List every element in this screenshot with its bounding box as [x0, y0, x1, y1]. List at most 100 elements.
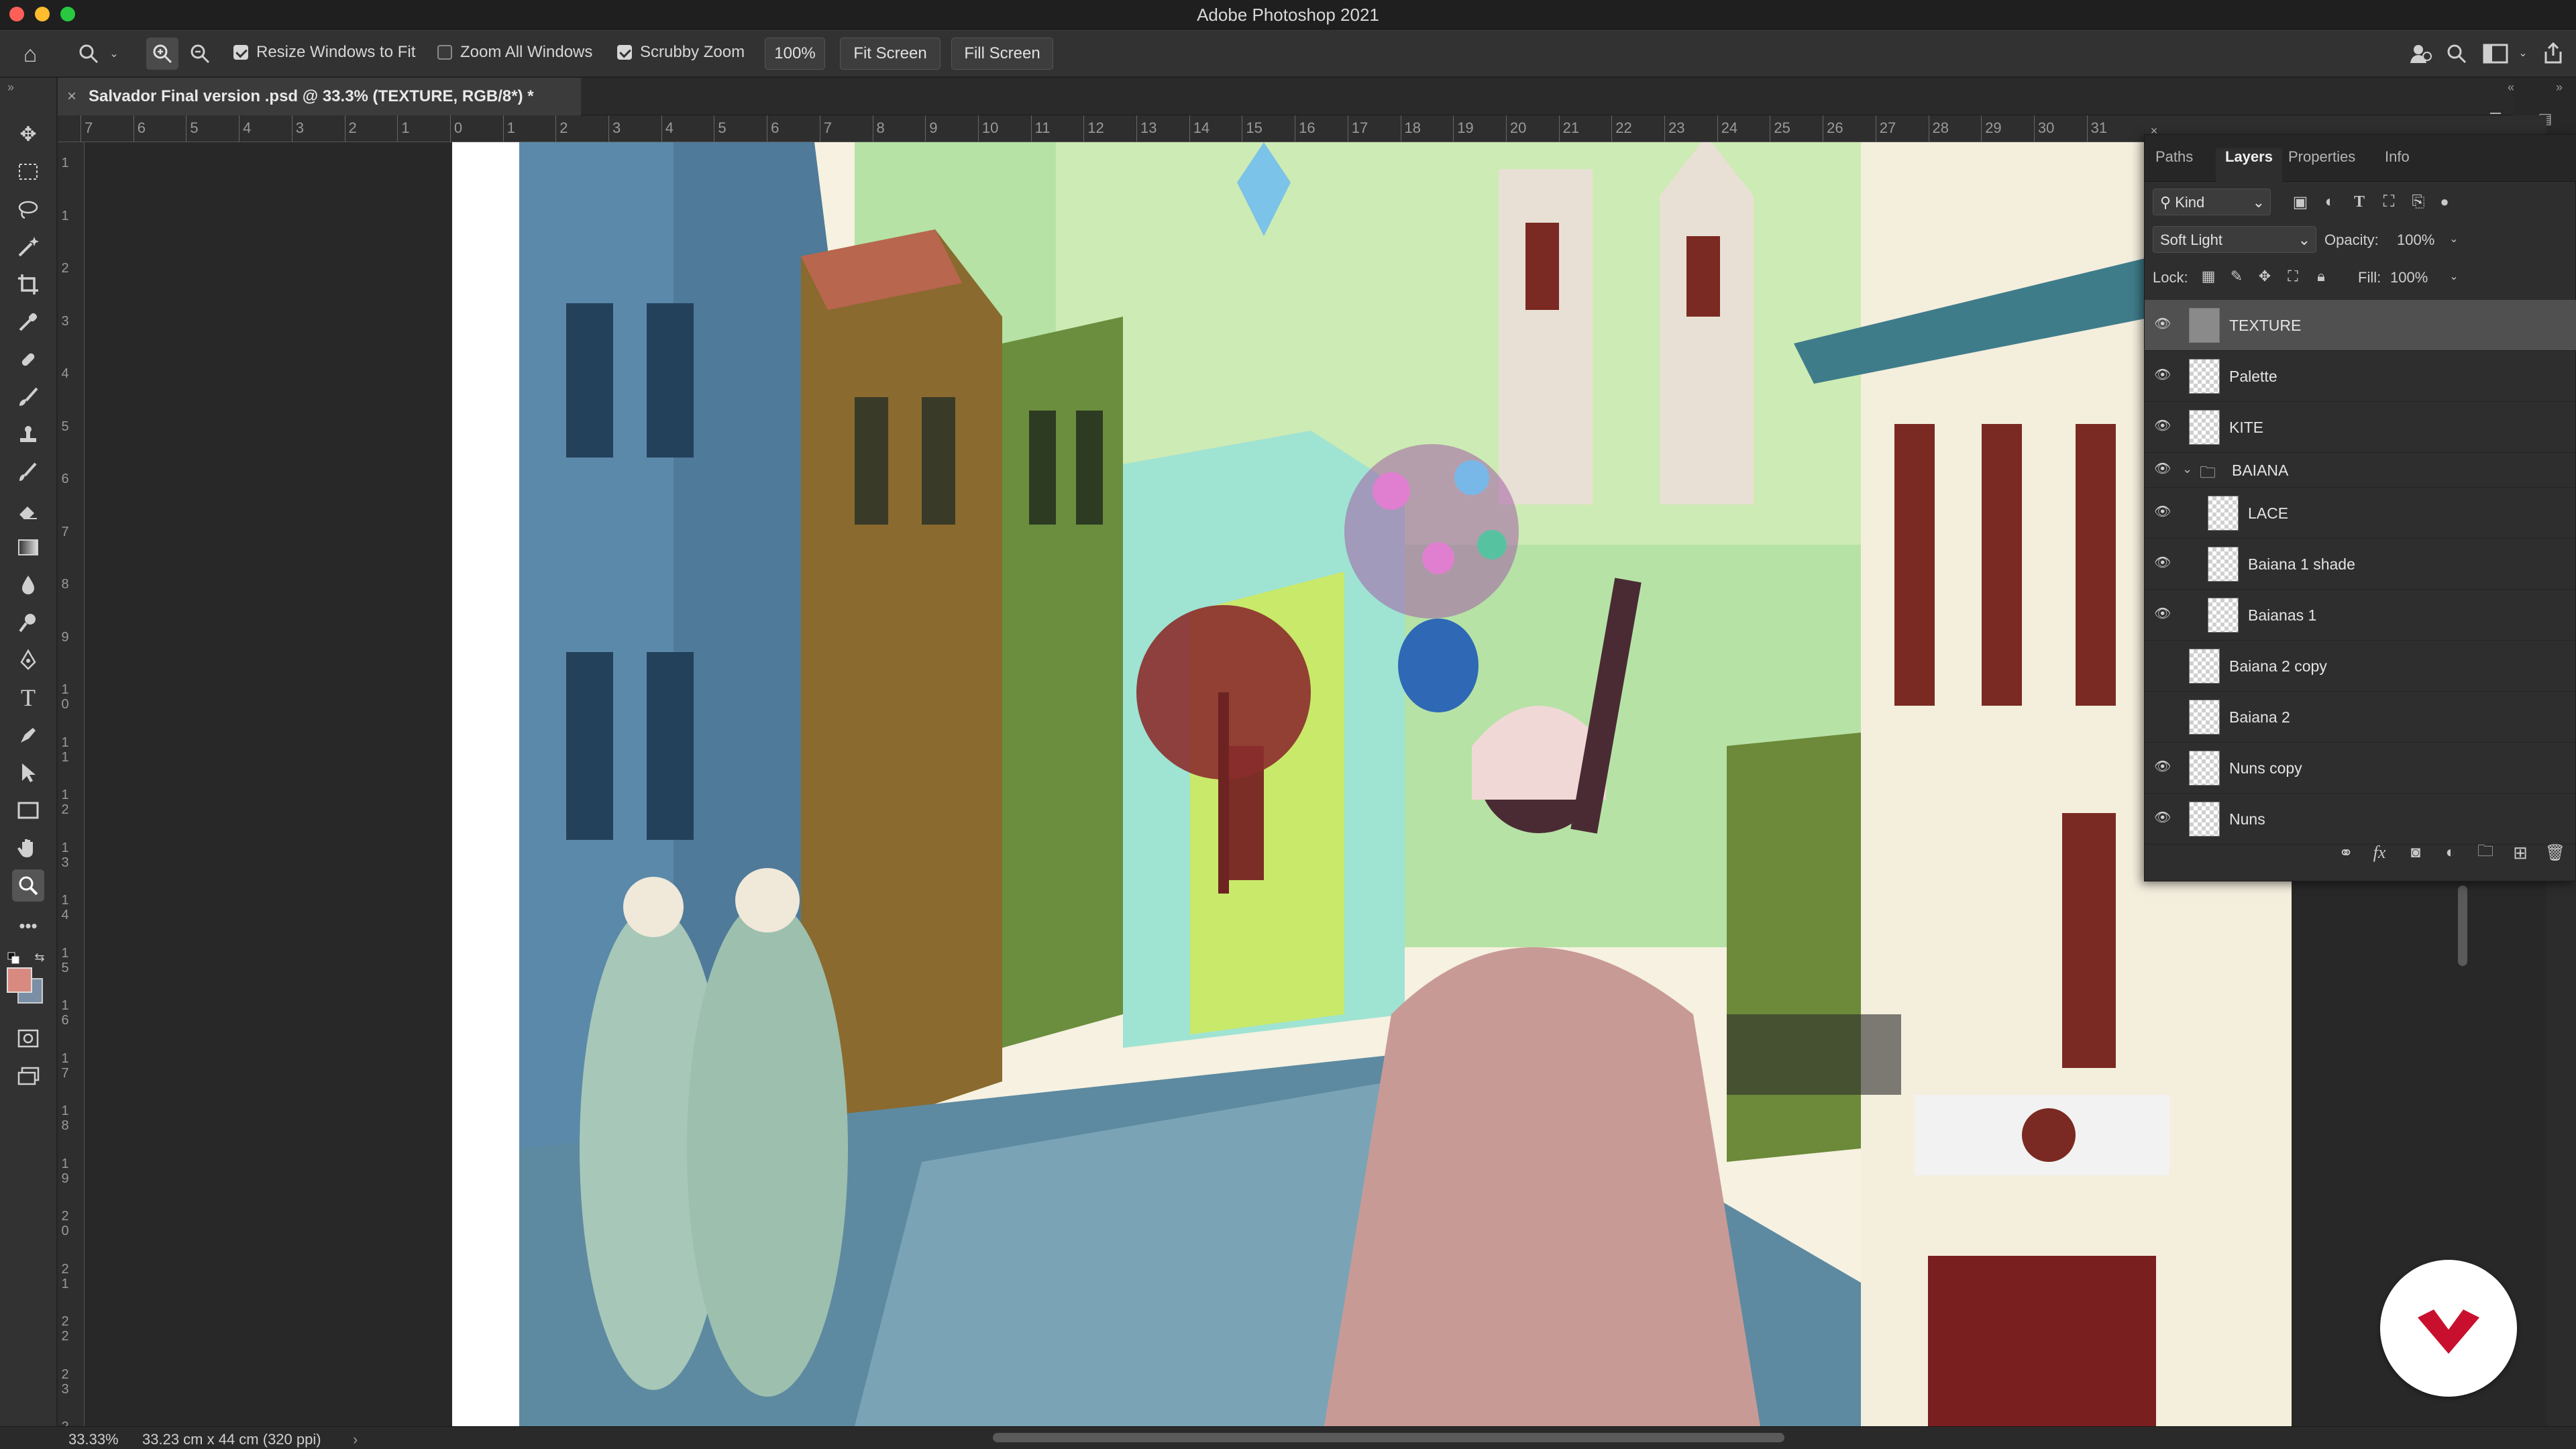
blend-mode-select[interactable]: Soft Light ⌄ [2153, 226, 2316, 253]
visibility-eye-icon[interactable] [2154, 659, 2169, 670]
scrubby-zoom-checkbox[interactable]: Scrubby Zoom [617, 43, 745, 62]
status-zoom[interactable]: 33.33% [68, 1431, 119, 1448]
crop-tool-icon[interactable] [12, 268, 44, 301]
layer-row[interactable]: 👁︎ ⌄ 🗀︎ BAIANA [2145, 453, 2576, 488]
filter-toggle-icon[interactable]: ● [2434, 190, 2455, 214]
layer-row[interactable]: 👁︎ Nuns [2145, 794, 2576, 845]
pen-tool-icon[interactable] [12, 644, 44, 676]
fill-chevron-icon[interactable]: ⌄ [2447, 269, 2461, 284]
visibility-eye-icon[interactable]: 👁︎ [2154, 505, 2171, 519]
tab-properties[interactable]: Properties [2288, 148, 2355, 182]
new-layer-icon[interactable]: ⊞ [2507, 839, 2534, 866]
lock-image-icon[interactable]: ✎ [2226, 266, 2247, 286]
lock-artboard-icon[interactable]: ⛶ [2283, 266, 2303, 286]
share-icon[interactable] [2538, 38, 2568, 68]
close-document-icon[interactable]: × [67, 87, 76, 106]
rectangle-tool-icon[interactable] [12, 794, 44, 826]
search-icon[interactable] [2443, 40, 2470, 67]
visibility-eye-icon[interactable]: 👁︎ [2154, 607, 2171, 621]
default-colors-icon[interactable] [7, 951, 20, 965]
filter-shape-icon[interactable]: ⛶ [2377, 190, 2401, 214]
marquee-tool-icon[interactable] [12, 156, 44, 188]
visibility-eye-icon[interactable]: 👁︎ [2154, 368, 2171, 382]
tab-layers[interactable]: Layers [2216, 148, 2282, 182]
visibility-eye-icon[interactable]: 👁︎ [2154, 317, 2171, 331]
layer-filter-select[interactable]: ⚲ Kind ⌄ [2153, 189, 2271, 215]
more-tools-icon[interactable]: ••• [12, 910, 44, 942]
opacity-value[interactable]: 100% [2397, 231, 2434, 249]
tab-info[interactable]: Info [2385, 148, 2410, 182]
path-selection-tool-icon[interactable] [12, 757, 44, 789]
delete-layer-icon[interactable]: 🗑︎ [2542, 839, 2569, 866]
zoom-100-button[interactable]: 100% [765, 38, 825, 70]
visibility-eye-icon[interactable]: 👁︎ [2154, 556, 2171, 570]
layer-row[interactable]: 👁︎ Palette [2145, 351, 2576, 402]
filter-type-icon[interactable]: T [2347, 190, 2371, 214]
fill-value[interactable]: 100% [2390, 269, 2428, 286]
magic-wand-tool-icon[interactable] [12, 231, 44, 263]
zoom-tool-icon[interactable] [12, 869, 44, 902]
lasso-tool-icon[interactable] [12, 193, 44, 225]
move-tool-icon[interactable]: ✥ [12, 118, 44, 150]
collapse-panels-icon[interactable]: « [2501, 80, 2521, 94]
swap-colors-icon[interactable]: ⇆ [32, 950, 47, 965]
layer-row[interactable]: Baiana 2 [2145, 692, 2576, 743]
home-icon[interactable]: ⌂ [15, 39, 46, 70]
quick-mask-icon[interactable] [12, 1022, 44, 1055]
lock-position-icon[interactable]: ✥ [2255, 266, 2275, 286]
share-user-icon[interactable] [2406, 39, 2435, 68]
opacity-chevron-icon[interactable]: ⌄ [2447, 231, 2461, 246]
fx-icon[interactable]: fx [2366, 839, 2393, 866]
visibility-eye-icon[interactable]: 👁︎ [2154, 760, 2171, 773]
resize-windows-checkbox[interactable]: Resize Windows to Fit [233, 43, 415, 62]
visibility-eye-icon[interactable]: 👁︎ [2154, 462, 2171, 476]
zoom-out-icon[interactable] [184, 38, 216, 70]
new-group-icon[interactable]: 🗀︎ [2472, 839, 2499, 866]
gradient-tool-icon[interactable] [12, 531, 44, 564]
visibility-eye-icon[interactable] [2154, 710, 2169, 721]
zoom-all-windows-checkbox[interactable]: Zoom All Windows [437, 43, 592, 62]
chevron-down-icon[interactable]: ⌄ [107, 47, 121, 60]
filter-smart-object-icon[interactable]: ⎘ [2406, 190, 2430, 214]
layer-row[interactable]: 👁︎ Nuns copy [2145, 743, 2576, 794]
history-brush-tool-icon[interactable] [12, 456, 44, 488]
lock-all-icon[interactable]: 🔒︎ [2311, 266, 2331, 286]
brush-tool-icon[interactable] [12, 381, 44, 413]
layer-row[interactable]: 👁︎ TEXTURE [2145, 300, 2576, 351]
document-tab[interactable]: × Salvador Final version .psd @ 33.3% (T… [58, 78, 581, 115]
fill-screen-button[interactable]: Fill Screen [951, 38, 1053, 70]
eraser-tool-icon[interactable] [12, 494, 44, 526]
tab-paths[interactable]: Paths [2155, 148, 2193, 182]
status-chevron-icon[interactable]: › [353, 1431, 358, 1448]
type-tool-icon[interactable]: T [12, 682, 44, 714]
workspace-chevron-icon[interactable]: ⌄ [2517, 47, 2529, 59]
add-mask-icon[interactable]: ◙ [2402, 839, 2429, 866]
dodge-tool-icon[interactable] [12, 606, 44, 639]
expand-panels-icon[interactable]: » [2549, 80, 2569, 94]
resize-windows-check[interactable] [233, 45, 248, 60]
visibility-eye-icon[interactable]: 👁︎ [2154, 419, 2171, 433]
vertical-scroll-thumb[interactable] [2458, 885, 2467, 966]
zoom-all-check[interactable] [437, 45, 452, 60]
collapse-toolbar-icon[interactable]: » [4, 80, 17, 94]
link-layers-icon[interactable]: ⚭ [2332, 839, 2359, 866]
fit-screen-button[interactable]: Fit Screen [840, 38, 941, 70]
blur-tool-icon[interactable] [12, 569, 44, 601]
adjustment-layer-icon[interactable]: ◐ [2437, 839, 2464, 866]
layer-row[interactable]: Baiana 2 copy [2145, 641, 2576, 692]
document-canvas[interactable] [452, 142, 2292, 1426]
layer-row[interactable]: 👁︎ LACE [2145, 488, 2576, 539]
horizontal-scroll-thumb[interactable] [993, 1433, 1784, 1442]
zoom-in-icon[interactable] [146, 38, 178, 70]
layer-row[interactable]: 👁︎ KITE [2145, 402, 2576, 453]
scrubby-zoom-check[interactable] [617, 45, 632, 60]
workspace-icon[interactable] [2481, 40, 2510, 67]
filter-pixel-icon[interactable]: ▣ [2288, 190, 2312, 214]
healing-brush-tool-icon[interactable] [12, 343, 44, 376]
clone-stamp-tool-icon[interactable] [12, 419, 44, 451]
screen-mode-icon[interactable] [12, 1060, 44, 1092]
layer-row[interactable]: 👁︎ Baianas 1 [2145, 590, 2576, 641]
foreground-color-swatch[interactable] [7, 967, 32, 993]
group-expand-icon[interactable]: ⌄ [2182, 462, 2192, 476]
pen-path-tool-icon[interactable] [12, 719, 44, 751]
